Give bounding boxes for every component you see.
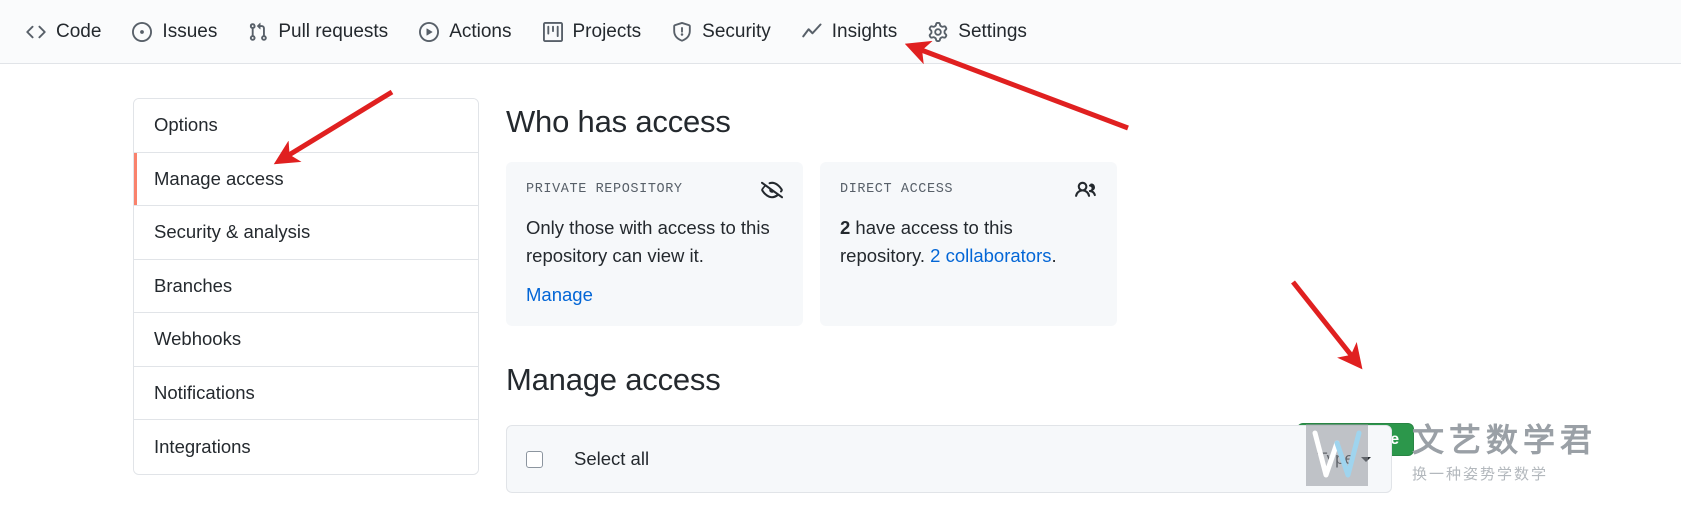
sidebar-item-label: Integrations <box>154 435 251 457</box>
nav-item-insights[interactable]: Insights <box>786 0 912 64</box>
settings-page: Options Manage access Security & analysi… <box>0 64 1681 520</box>
nav-item-label: Actions <box>449 21 512 42</box>
nav-item-issues[interactable]: Issues <box>116 0 232 64</box>
private-repository-description: Only those with access to this repositor… <box>526 217 770 266</box>
nav-item-label: Projects <box>572 21 642 42</box>
direct-access-suffix: . <box>1051 244 1057 266</box>
nav-item-label: Settings <box>958 21 1027 42</box>
manage-access-title: Manage access <box>506 362 721 397</box>
nav-item-pull-requests[interactable]: Pull requests <box>232 0 403 64</box>
direct-access-description: 2 have access to this repository. 2 coll… <box>840 214 1097 270</box>
direct-access-card: DIRECT ACCESS 2 have access to this repo… <box>820 162 1117 326</box>
nav-item-label: Pull requests <box>278 21 389 42</box>
code-icon <box>25 21 47 43</box>
nav-item-settings[interactable]: Settings <box>912 0 1042 64</box>
sidebar-item-label: Branches <box>154 274 233 296</box>
private-repository-label: PRIVATE REPOSITORY <box>526 182 683 197</box>
git-pull-request-icon <box>247 21 269 43</box>
gear-icon <box>927 21 949 43</box>
nav-item-label: Issues <box>162 21 218 42</box>
who-has-access-title: Who has access <box>506 104 731 139</box>
manage-visibility-link[interactable]: Manage <box>526 284 593 306</box>
nav-item-actions[interactable]: Actions <box>403 0 526 64</box>
issue-opened-icon <box>131 21 153 43</box>
nav-item-label: Insights <box>831 21 898 42</box>
sidebar-item-branches[interactable]: Branches <box>134 259 478 313</box>
nav-item-projects[interactable]: Projects <box>527 0 657 64</box>
sidebar-item-label: Options <box>154 114 218 136</box>
table-header-row: Select all Type <box>507 426 1391 492</box>
collaborators-link[interactable]: 2 collaborators <box>930 245 1051 266</box>
card-header: PRIVATE REPOSITORY <box>526 179 783 201</box>
manage-access-table: Select all Type <box>506 425 1392 493</box>
sidebar-item-security-analysis[interactable]: Security & analysis <box>134 206 478 260</box>
direct-access-label: DIRECT ACCESS <box>840 182 954 197</box>
private-repository-card: PRIVATE REPOSITORY Only those with acces… <box>506 162 803 326</box>
sidebar-item-notifications[interactable]: Notifications <box>134 366 478 420</box>
watermark-logo <box>1306 424 1368 486</box>
select-all-label: Select all <box>574 448 650 469</box>
sidebar-item-webhooks[interactable]: Webhooks <box>134 313 478 367</box>
sidebar-item-manage-access[interactable]: Manage access <box>134 152 478 206</box>
sidebar-item-integrations[interactable]: Integrations <box>134 420 478 474</box>
sidebar-item-label: Notifications <box>154 381 255 403</box>
sidebar-item-options[interactable]: Options <box>134 99 478 153</box>
nav-item-label: Security <box>702 21 771 42</box>
people-icon <box>1075 179 1097 201</box>
project-icon <box>542 21 564 43</box>
access-summary-cards: PRIVATE REPOSITORY Only those with acces… <box>506 162 1117 326</box>
graph-icon <box>801 21 823 43</box>
settings-sidebar: Options Manage access Security & analysi… <box>133 98 479 475</box>
select-all-checkbox[interactable] <box>526 450 543 468</box>
repository-nav: Code Issues Pull requests Actions Projec… <box>0 0 1681 64</box>
nav-item-code[interactable]: Code <box>10 0 116 64</box>
nav-item-label: Code <box>56 21 102 42</box>
eye-closed-icon <box>761 179 783 201</box>
play-icon <box>418 21 440 43</box>
nav-item-security[interactable]: Security <box>656 0 786 64</box>
sidebar-item-label: Manage access <box>154 167 284 189</box>
card-header: DIRECT ACCESS <box>840 179 1097 201</box>
shield-icon <box>671 21 693 43</box>
sidebar-item-label: Security & analysis <box>154 221 311 243</box>
sidebar-item-label: Webhooks <box>154 328 242 350</box>
direct-access-count: 2 <box>840 217 851 238</box>
